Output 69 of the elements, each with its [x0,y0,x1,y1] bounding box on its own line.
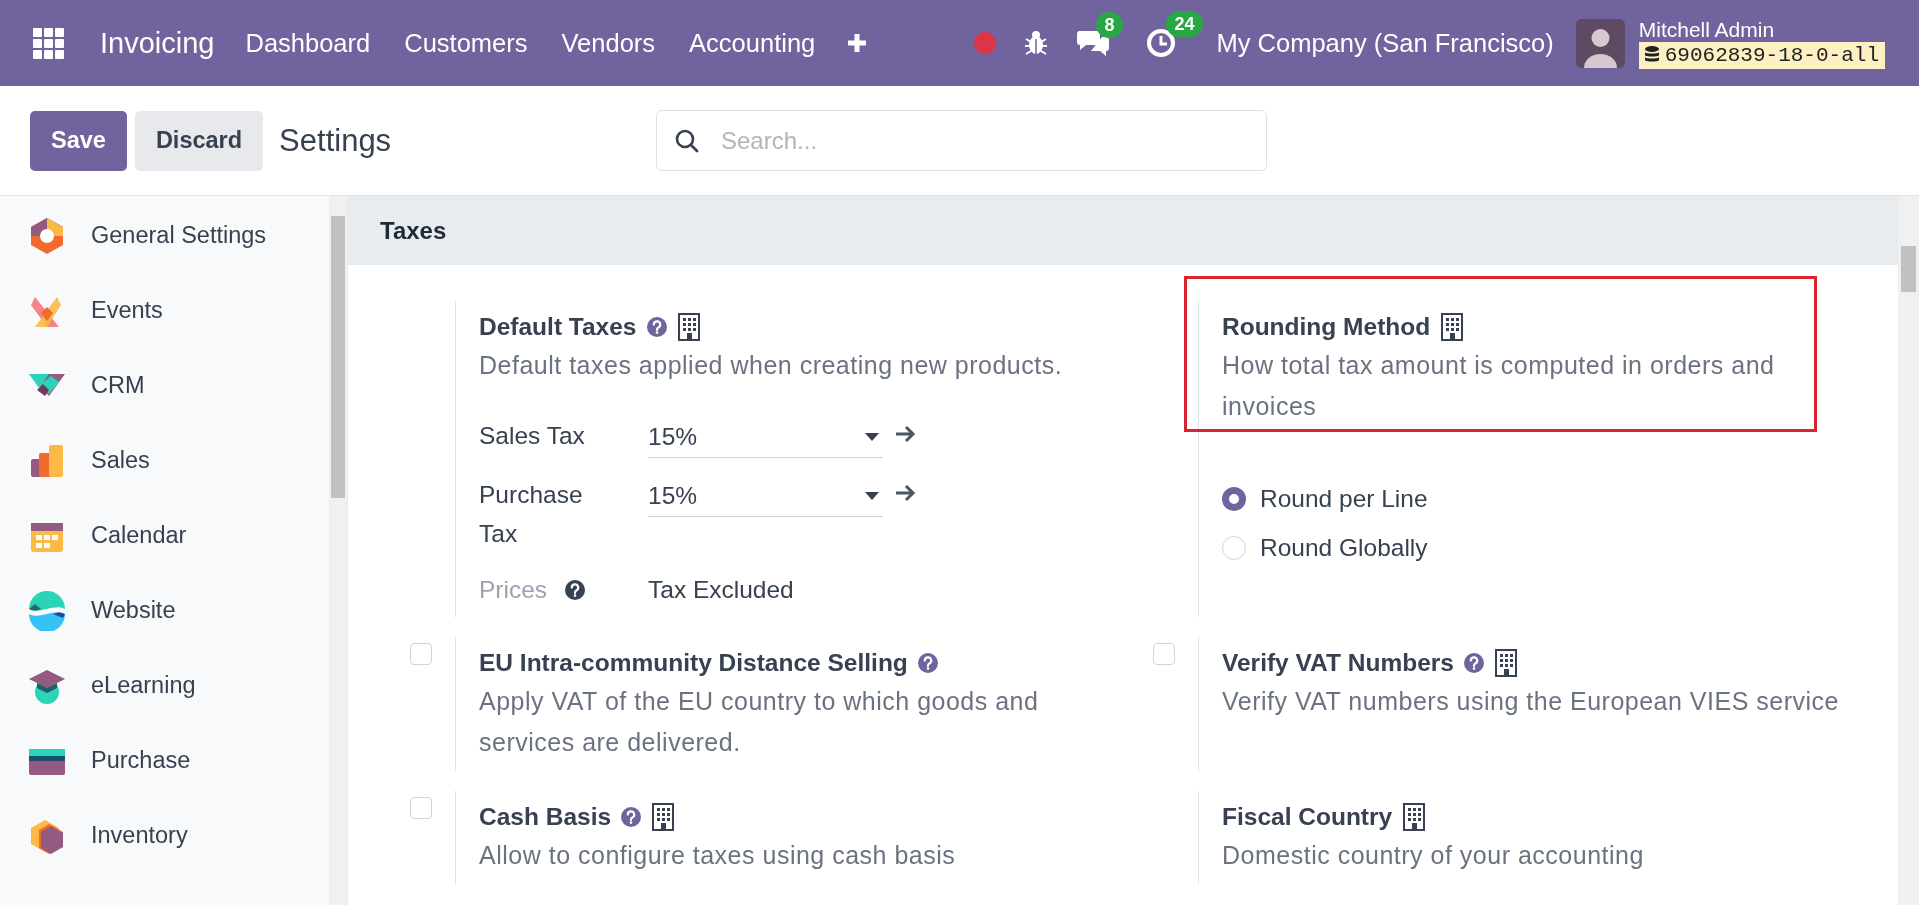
scrollbar[interactable] [329,196,347,905]
setting-title: EU Intra-community Distance Selling [479,649,908,677]
help-icon[interactable] [621,807,642,827]
tax-select[interactable]: 15% [648,416,883,458]
setting-title: Cash Basis [479,803,612,831]
database-name: 69062839-18-0-all [1664,43,1879,67]
setting-title: Rounding Method [1222,313,1431,341]
database-icon [1644,46,1659,64]
apps-menu-icon[interactable] [33,27,64,59]
sidebar-item[interactable]: eLearning [91,672,196,699]
setting-description: Apply VAT of the EU country to which goods and services are delivered. [479,686,1040,758]
sidebar-item[interactable]: Purchase [91,747,191,774]
sidebar-item[interactable]: Calendar [91,522,187,549]
search-box[interactable]: Search... [656,110,1267,171]
setting-description: How total tax amount is computed in orders and invoices [1222,350,1776,422]
help-icon[interactable] [1463,653,1484,673]
help-icon[interactable] [646,317,667,337]
count-badge: 24 [1166,11,1203,37]
arrow-right-icon[interactable] [895,483,917,503]
setting-title: Verify VAT Numbers [1222,649,1454,677]
checkbox[interactable] [410,797,432,819]
field-label: Purchase Tax [479,480,584,549]
record-dot-icon[interactable] [974,32,997,54]
menu-item[interactable]: Dashboard [228,28,388,58]
setting-description: Allow to configure taxes using cash basis [479,840,956,871]
radio-label[interactable]: Round per Line [1260,485,1428,513]
sidebar-item[interactable]: Website [91,597,176,624]
scrollbar[interactable] [1898,196,1919,905]
arrow-right-icon[interactable] [895,424,917,444]
save-button[interactable]: Save [30,110,127,171]
search-icon [675,128,699,153]
setting-title: Fiscal Country [1222,803,1393,831]
setting-description: Domestic country of your accounting [1222,840,1644,871]
sidebar-item[interactable]: Inventory [91,822,188,849]
sidebar-item[interactable]: General Settings [91,222,267,249]
menu-item[interactable]: Customers [387,28,545,58]
setting-title: Default Taxes [479,313,637,341]
count-badge: 8 [1096,12,1123,38]
help-icon[interactable] [565,579,586,600]
setting-description: Verify VAT numbers using the European VIES service [1222,686,1839,717]
sidebar-item[interactable]: Events [91,297,163,324]
plus-icon[interactable] [846,32,869,54]
radio-button[interactable] [1222,487,1246,511]
app-name[interactable]: Invoicing [100,26,215,60]
company-switcher[interactable]: My Company (San Francisco) [1216,28,1554,58]
website-icon [27,590,67,631]
caret-icon [865,491,879,500]
checkbox[interactable] [410,643,432,665]
field-label: Prices [479,575,548,604]
setting-description: Default taxes applied when creating new products. [479,350,1063,381]
section-title: Taxes [380,216,447,245]
menu-item[interactable]: Accounting [672,28,833,58]
sidebar-item[interactable]: Sales [91,447,150,474]
chat-icon[interactable] [1076,29,1111,57]
bug-icon[interactable] [1024,30,1049,56]
field-label: Sales Tax [479,421,586,451]
discard-button[interactable]: Discard [134,110,264,171]
field-value: Tax Excluded [648,575,795,605]
page-title: Settings [279,122,392,159]
help-icon[interactable] [917,653,938,673]
checkbox[interactable] [1153,643,1175,665]
caret-icon [865,432,879,441]
menu-item[interactable]: Vendors [544,28,673,58]
radio-label[interactable]: Round Globally [1260,534,1428,562]
clock-icon[interactable] [1146,28,1177,58]
sidebar-item[interactable]: CRM [91,372,145,399]
tax-select[interactable]: 15% [648,475,883,517]
user-name[interactable]: Mitchell Admin [1638,17,1775,42]
avatar-icon[interactable] [1575,18,1625,68]
